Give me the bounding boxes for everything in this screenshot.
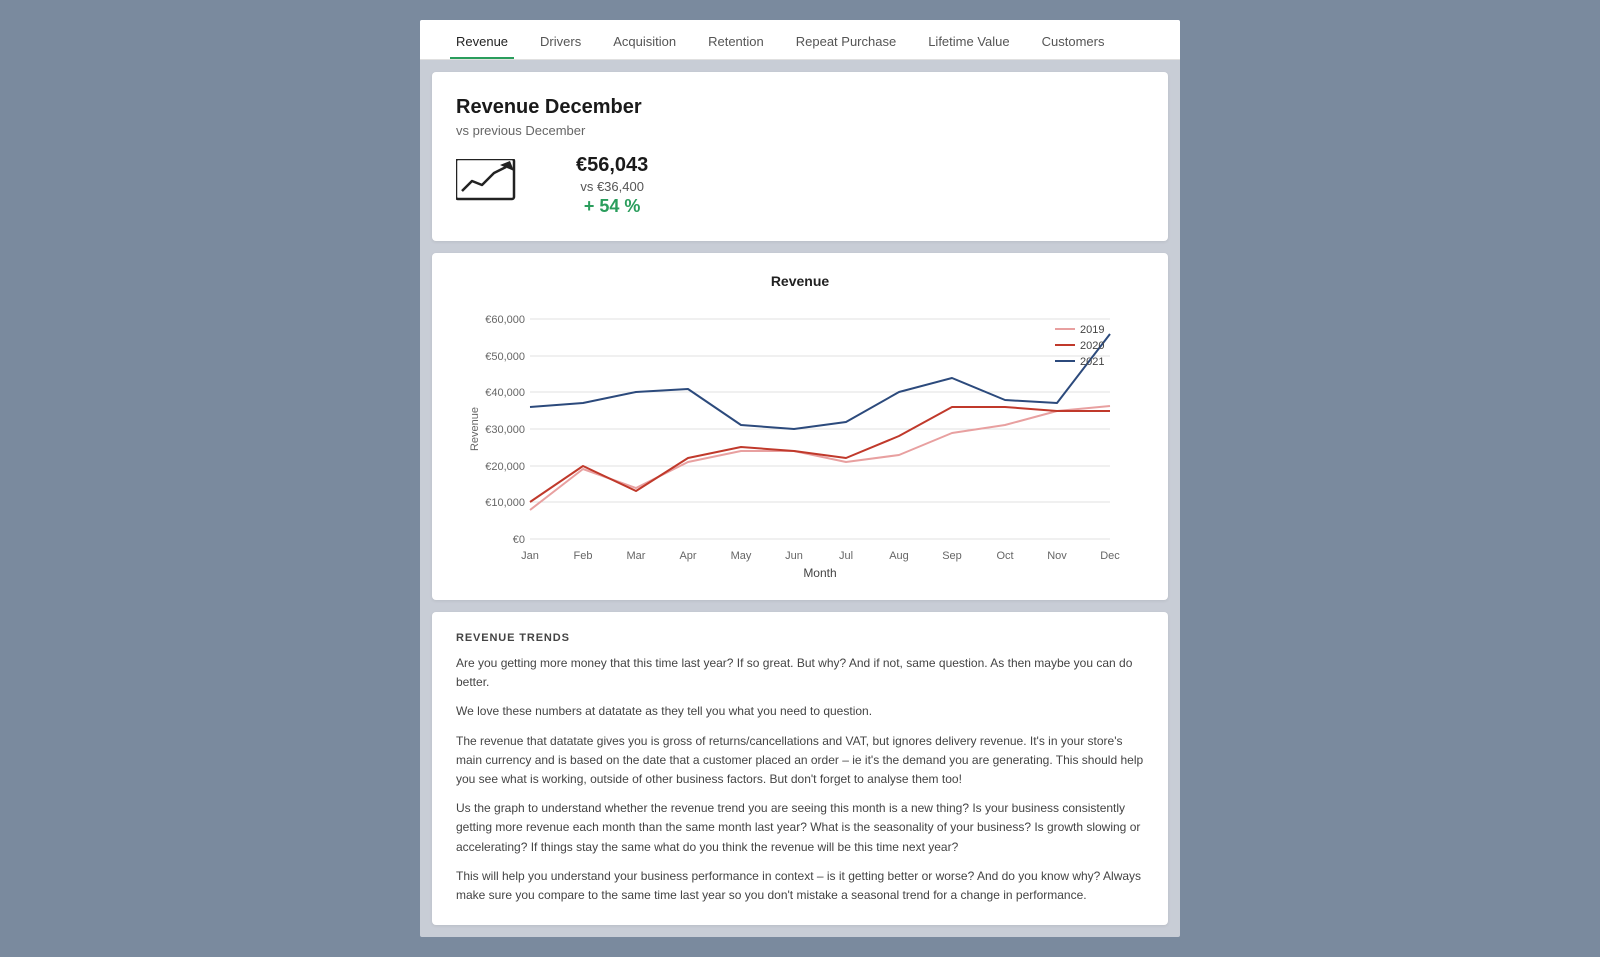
nav-item-drivers[interactable]: Drivers (524, 20, 597, 59)
svg-text:2019: 2019 (1080, 324, 1104, 336)
svg-text:€50,000: €50,000 (485, 351, 525, 363)
svg-text:Revenue: Revenue (469, 407, 481, 451)
svg-text:Mar: Mar (627, 550, 646, 562)
trends-para-2: We love these numbers at datatate as the… (456, 702, 1144, 721)
trend-icon (456, 159, 516, 212)
svg-text:May: May (731, 550, 752, 562)
nav-item-repeat-purchase[interactable]: Repeat Purchase (780, 20, 912, 59)
revenue-subtitle: vs previous December (456, 123, 1144, 138)
svg-text:2020: 2020 (1080, 340, 1104, 352)
revenue-header-card: Revenue December vs previous December €5… (432, 72, 1168, 241)
svg-text:€0: €0 (513, 534, 525, 546)
svg-text:Jan: Jan (521, 550, 539, 562)
svg-text:Apr: Apr (679, 550, 696, 562)
svg-text:€30,000: €30,000 (485, 424, 525, 436)
nav-bar: Revenue Drivers Acquisition Retention Re… (420, 20, 1180, 60)
svg-text:Dec: Dec (1100, 550, 1120, 562)
svg-text:Jul: Jul (839, 550, 853, 562)
main-revenue-value: €56,043 (576, 154, 648, 177)
svg-text:€40,000: €40,000 (485, 387, 525, 399)
svg-text:Aug: Aug (889, 550, 909, 562)
vs-revenue-value: vs €36,400 (576, 179, 648, 194)
revenue-title: Revenue December (456, 96, 1144, 119)
chart-title: Revenue (456, 273, 1144, 289)
svg-text:Jun: Jun (785, 550, 803, 562)
pct-change-value: + 54 % (576, 196, 648, 217)
revenue-trends-card: REVENUE TRENDS Are you getting more mone… (432, 612, 1168, 925)
section-label: REVENUE TRENDS (456, 632, 1144, 644)
trends-para-4: Us the graph to understand whether the r… (456, 799, 1144, 857)
nav-item-retention[interactable]: Retention (692, 20, 780, 59)
svg-text:Sep: Sep (942, 550, 962, 562)
svg-text:Month: Month (803, 566, 836, 579)
svg-text:€10,000: €10,000 (485, 497, 525, 509)
svg-text:2021: 2021 (1080, 356, 1104, 368)
chart-wrapper: €0 €10,000 €20,000 €30,000 €40,000 €50,0… (456, 299, 1144, 584)
trends-para-1: Are you getting more money that this tim… (456, 654, 1144, 692)
revenue-chart-card: Revenue €0 (432, 253, 1168, 600)
revenue-numbers: €56,043 vs €36,400 + 54 % (576, 154, 648, 217)
svg-text:Nov: Nov (1047, 550, 1067, 562)
nav-item-customers[interactable]: Customers (1026, 20, 1121, 59)
nav-item-acquisition[interactable]: Acquisition (597, 20, 692, 59)
svg-text:Oct: Oct (996, 550, 1013, 562)
trends-para-3: The revenue that datatate gives you is g… (456, 732, 1144, 790)
svg-text:€20,000: €20,000 (485, 461, 525, 473)
nav-item-lifetime-value[interactable]: Lifetime Value (912, 20, 1025, 59)
nav-item-revenue[interactable]: Revenue (440, 20, 524, 59)
svg-text:€60,000: €60,000 (485, 314, 525, 326)
svg-text:Feb: Feb (574, 550, 593, 562)
trends-para-5: This will help you understand your busin… (456, 867, 1144, 905)
